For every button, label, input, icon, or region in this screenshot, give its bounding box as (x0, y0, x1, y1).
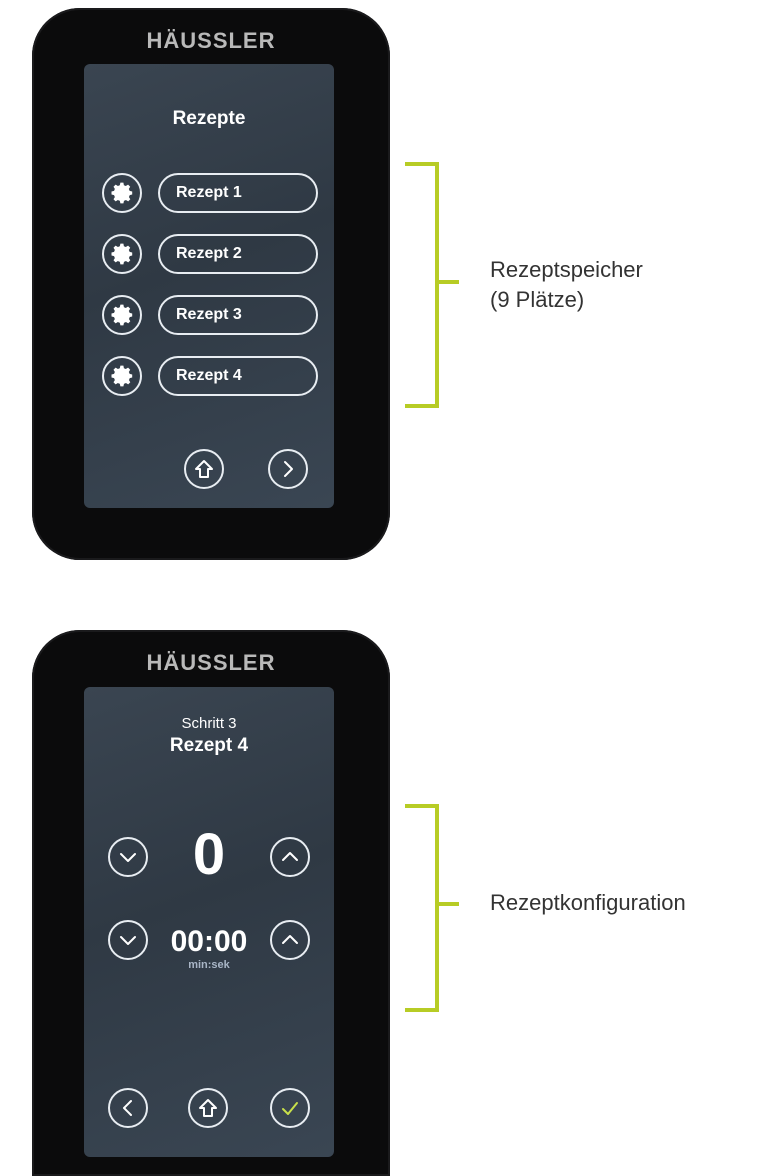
gear-icon (110, 181, 134, 205)
chevron-up-icon (280, 930, 300, 950)
device-recipe-list: HÄUSSLER Rezepte Rezept 1 Rezept 2 Rezep… (32, 8, 390, 560)
value-increase-button[interactable] (270, 837, 310, 877)
home-button[interactable] (188, 1088, 228, 1128)
settings-button-recipe-4[interactable] (102, 356, 142, 396)
recipe-label: Rezept 2 (176, 245, 242, 262)
recipe-button-1[interactable]: Rezept 1 (158, 173, 318, 213)
home-icon (197, 1097, 219, 1119)
recipe-button-4[interactable]: Rezept 4 (158, 356, 318, 396)
recipe-button-2[interactable]: Rezept 2 (158, 234, 318, 274)
screen-recipe-list: Rezepte Rezept 1 Rezept 2 Rezept 3 Rezep… (84, 64, 334, 508)
recipe-label: Rezept 3 (176, 306, 242, 323)
device-recipe-config: HÄUSSLER Schritt 3 Rezept 4 0 00:00 min:… (32, 630, 390, 1176)
time-increase-button[interactable] (270, 920, 310, 960)
next-page-button[interactable] (268, 449, 308, 489)
recipe-label: Rezept 4 (176, 367, 242, 384)
storage-callout-line2: (9 Plätze) (490, 287, 585, 312)
gear-icon (110, 242, 134, 266)
settings-button-recipe-1[interactable] (102, 173, 142, 213)
gear-icon (110, 303, 134, 327)
home-button[interactable] (184, 449, 224, 489)
recipe-button-3[interactable]: Rezept 3 (158, 295, 318, 335)
storage-callout-line1: Rezeptspeicher (490, 257, 643, 282)
brand-logo: HÄUSSLER (146, 28, 276, 53)
recipe-title: Rezept 4 (169, 735, 249, 756)
settings-button-recipe-2[interactable] (102, 234, 142, 274)
screen-recipe-config: Schritt 3 Rezept 4 0 00:00 min:sek (84, 687, 334, 1157)
config-callout: Rezeptkonfiguration (490, 890, 686, 915)
back-button[interactable] (108, 1088, 148, 1128)
step-label: Schritt 3 (181, 715, 237, 732)
check-icon (279, 1097, 301, 1119)
storage-callout: Rezeptspeicher (9 Plätze) (490, 255, 643, 315)
chevron-up-icon (280, 847, 300, 867)
recipe-label: Rezept 1 (176, 184, 242, 201)
storage-bracket-tick (437, 280, 459, 284)
chevron-right-icon (278, 459, 298, 479)
confirm-button[interactable] (270, 1088, 310, 1128)
page-title: Rezepte (172, 108, 246, 129)
config-bracket (405, 804, 439, 1012)
home-icon (193, 458, 215, 480)
brand-logo: HÄUSSLER (146, 650, 276, 675)
chevron-left-icon (118, 1098, 138, 1118)
config-bracket-tick (437, 902, 459, 906)
gear-icon (110, 364, 134, 388)
time-unit: min:sek (188, 959, 230, 971)
storage-bracket (405, 162, 439, 408)
settings-button-recipe-3[interactable] (102, 295, 142, 335)
